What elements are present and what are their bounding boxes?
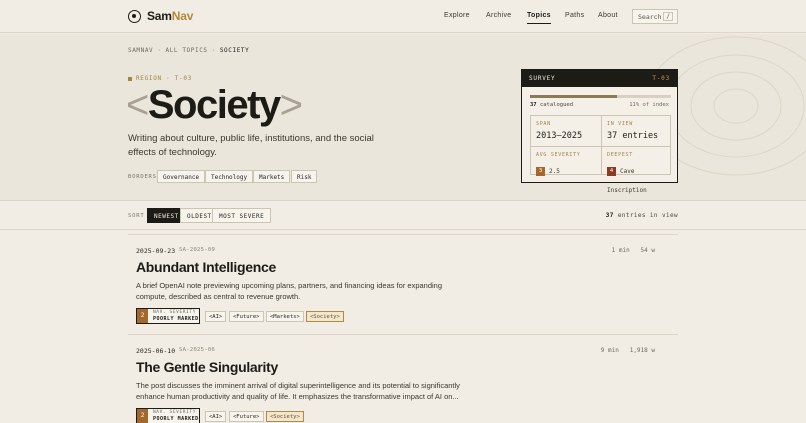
borders-label: BORDERS [128, 174, 157, 180]
border-tag-governance[interactable]: Governance [157, 170, 206, 183]
tag-future[interactable]: <Future> [229, 411, 264, 422]
deepest-severity-badge: 4 [607, 167, 616, 176]
tag-society[interactable]: <Society> [306, 311, 344, 322]
entry-card[interactable]: 2025-06-10 SA-2025-06 9 min 1,918 w The … [128, 334, 678, 423]
survey-panel: SURVEY T-03 37 catalogued 11% of index S… [521, 69, 678, 194]
entry-meta: 1 min 54 w [611, 247, 655, 254]
entry-title[interactable]: The Gentle Singularity [136, 359, 278, 375]
entry-card[interactable]: 2025-09-23 SA-2025-09 1 min 54 w Abundan… [128, 234, 678, 334]
entry-id: SA-2025-09 [179, 247, 216, 253]
tag-future[interactable]: <Future> [229, 311, 264, 322]
stat-deepest: DEEPEST 4 Cave Inscription [607, 152, 647, 194]
border-tag-markets[interactable]: Markets [253, 170, 291, 183]
entry-summary: A brief OpenAI note previewing upcoming … [136, 281, 443, 301]
page-title: <Society> [126, 83, 303, 127]
region-dot-icon [128, 76, 132, 81]
nav-explore[interactable]: Explore [444, 12, 470, 19]
stat-in-view: IN VIEW 37 entries [607, 121, 659, 141]
region-eyebrow: REGION · T-03 [128, 75, 192, 82]
survey-code: T-03 [652, 75, 670, 82]
topic-hero: SAMNAV › ALL TOPICS › SOCIETY REGION · T-03 … [0, 34, 806, 200]
catalogued-count: 37 catalogued [530, 102, 574, 108]
tag-society[interactable]: <Society> [266, 411, 304, 422]
severity-badge: 2 NAV. SEVERITY POORLY MARKED [136, 308, 200, 324]
index-share: 11% of index [629, 102, 669, 108]
border-tag-risk[interactable]: Risk [291, 170, 318, 183]
tag-ai[interactable]: <AI> [205, 411, 227, 422]
nav-paths[interactable]: Paths [565, 12, 584, 19]
severity-badge: 2 NAV. SEVERITY POORLY MARKED [136, 408, 200, 423]
entry-title[interactable]: Abundant Intelligence [136, 259, 276, 275]
entry-meta: 9 min 1,918 w [600, 347, 655, 354]
site-header: SamNav Explore Archive Topics Paths Abou… [0, 0, 806, 33]
breadcrumb-current: SOCIETY [219, 47, 250, 54]
breadcrumb-all-topics[interactable]: ALL TOPICS [166, 47, 208, 54]
search-shortcut: / [663, 12, 673, 21]
entry-summary: The post discusses the imminent arrival … [136, 381, 460, 401]
border-tag-technology[interactable]: Technology [205, 170, 254, 183]
entry-id: SA-2025-06 [179, 347, 216, 353]
entry-date: 2025-06-10 [136, 347, 176, 355]
nav-archive[interactable]: Archive [486, 12, 511, 19]
sort-bar: SORT NEWEST OLDEST MOST SEVERE 37 entrie… [0, 200, 806, 230]
survey-header: SURVEY T-03 [522, 70, 677, 87]
stat-span: SPAN 2013–2025 [536, 121, 583, 141]
breadcrumb-home[interactable]: SAMNAV [128, 47, 153, 54]
catalogue-progress [530, 95, 671, 98]
nav-about[interactable]: About [598, 12, 618, 19]
stat-avg-severity: AVG SEVERITY 3 2.5 [536, 152, 581, 176]
entries-in-view: 37 entries in view [605, 212, 678, 219]
main-nav: Explore Archive Topics Paths About [0, 12, 806, 24]
avg-severity-badge: 3 [536, 167, 545, 176]
breadcrumb: SAMNAV › ALL TOPICS › SOCIETY [128, 47, 250, 54]
contour-decoration [643, 36, 806, 176]
entry-date: 2025-09-23 [136, 247, 176, 255]
tag-ai[interactable]: <AI> [205, 311, 227, 322]
survey-stats-grid: SPAN 2013–2025 IN VIEW 37 entries AVG SE… [530, 115, 671, 194]
sort-label: SORT [128, 213, 145, 219]
sort-most-severe-button[interactable]: MOST SEVERE [212, 208, 272, 223]
tag-markets[interactable]: <Markets> [266, 311, 304, 322]
topic-description: Writing about culture, public life, inst… [128, 133, 374, 158]
nav-topics[interactable]: Topics [527, 12, 551, 24]
search-label: Search [638, 13, 662, 21]
search-button[interactable]: Search / [632, 9, 678, 24]
